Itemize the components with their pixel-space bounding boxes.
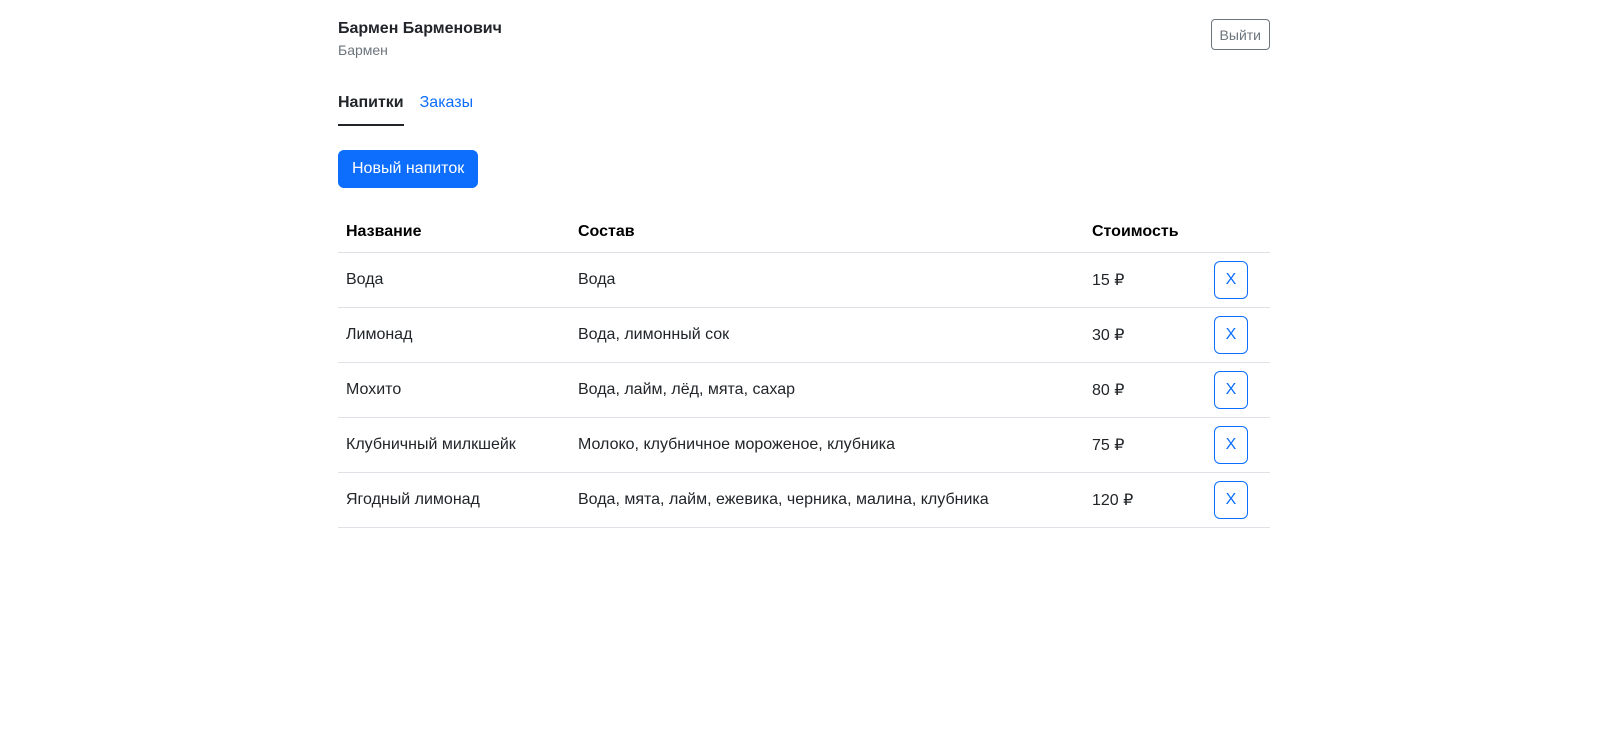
column-header-actions [1206,213,1270,253]
drink-actions: X [1206,252,1270,308]
drink-price: 30 ₽ [1084,307,1206,363]
drink-composition: Вода, мята, лайм, ежевика, черника, мали… [570,472,1084,528]
tab-drinks[interactable]: Напитки [338,92,404,126]
drink-name: Мохито [338,362,570,418]
drink-actions: X [1206,362,1270,418]
drink-actions: X [1206,472,1270,528]
drink-actions: X [1206,307,1270,363]
delete-drink-button[interactable]: X [1214,260,1248,299]
delete-drink-button[interactable]: X [1214,315,1248,354]
table-row: Вода Вода 15 ₽ X [338,252,1270,308]
drink-composition: Вода, лайм, лёд, мята, сахар [570,362,1084,418]
table-row: Мохито Вода, лайм, лёд, мята, сахар 80 ₽… [338,362,1270,418]
drinks-table: Название Состав Стоимость Вода Вода 15 ₽… [338,213,1270,528]
user-role: Бармен [338,42,388,58]
drink-composition: Вода, лимонный сок [570,307,1084,363]
logout-button[interactable]: Выйти [1210,19,1270,50]
column-header-composition: Состав [570,213,1084,253]
delete-drink-button[interactable]: X [1214,425,1248,464]
drink-price: 15 ₽ [1084,252,1206,308]
user-name: Бармен Барменович [338,20,502,37]
drink-actions: X [1206,417,1270,473]
tab-orders[interactable]: Заказы [420,92,473,126]
column-header-name: Название [338,213,570,253]
delete-drink-button[interactable]: X [1214,370,1248,409]
header: Бармен Барменович Бармен Выйти [338,0,1270,80]
drink-name: Лимонад [338,307,570,363]
column-header-price: Стоимость [1084,213,1206,253]
table-row: Ягодный лимонад Вода, мята, лайм, ежевик… [338,472,1270,528]
drink-composition: Вода [570,252,1084,308]
drink-price: 80 ₽ [1084,362,1206,418]
drink-composition: Молоко, клубничное мороженое, клубника [570,417,1084,473]
drink-name: Клубничный милкшейк [338,417,570,473]
drink-price: 75 ₽ [1084,417,1206,473]
page-container: Бармен Барменович Бармен Выйти Напитки З… [338,0,1270,528]
new-drink-button[interactable]: Новый напиток [338,150,479,188]
tabs: Напитки Заказы [338,92,489,126]
drink-name: Вода [338,252,570,308]
table-row: Клубничный милкшейк Молоко, клубничное м… [338,417,1270,473]
drink-name: Ягодный лимонад [338,472,570,528]
table-header-row: Название Состав Стоимость [338,213,1270,253]
drink-price: 120 ₽ [1084,472,1206,528]
table-row: Лимонад Вода, лимонный сок 30 ₽ X [338,307,1270,363]
delete-drink-button[interactable]: X [1214,480,1248,519]
